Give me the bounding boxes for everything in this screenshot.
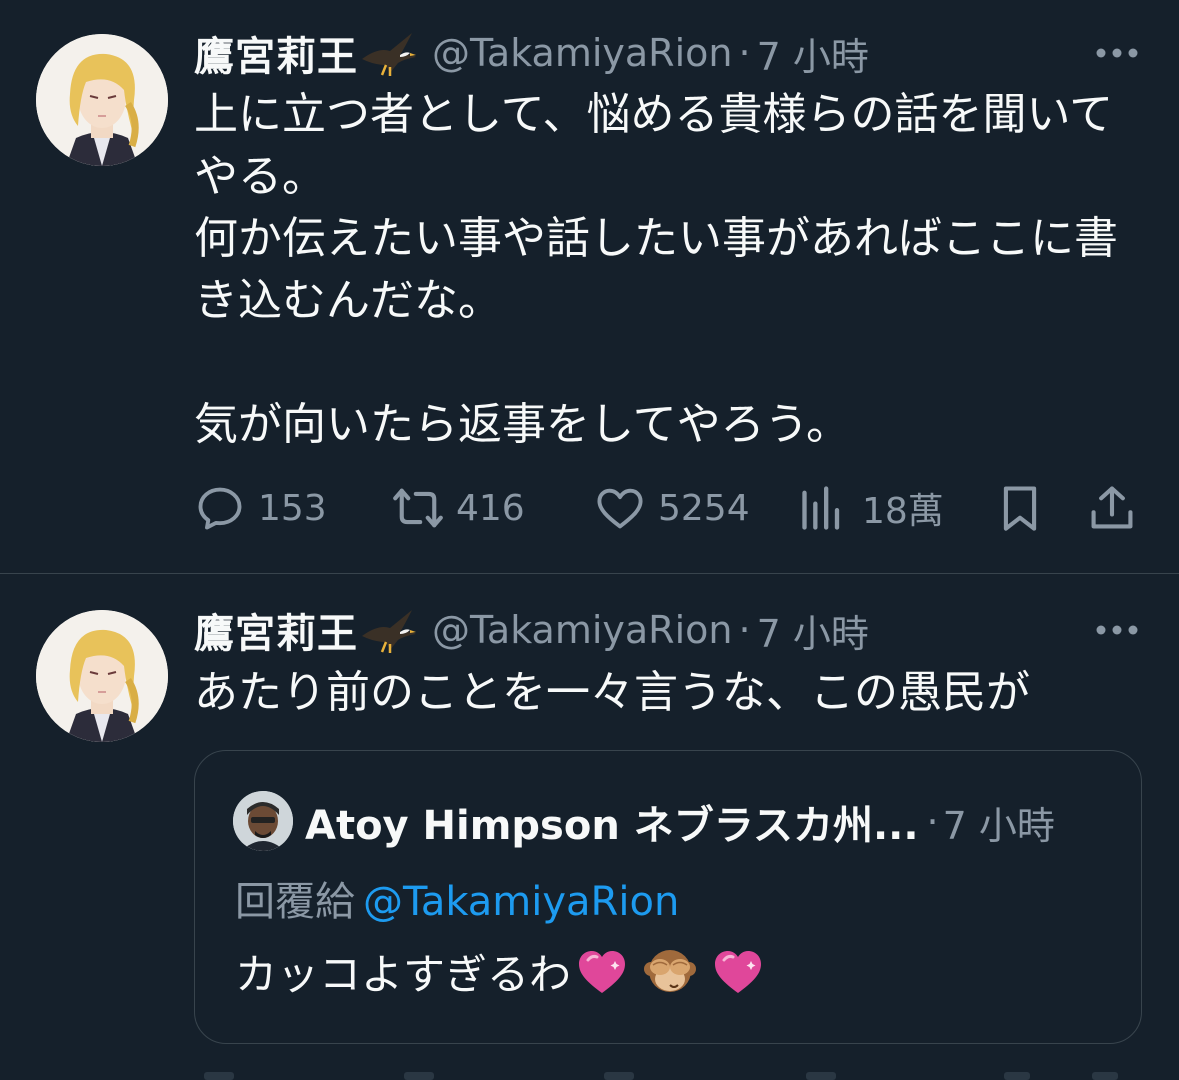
view-count: 18萬 (862, 491, 944, 532)
retweet-icon (393, 488, 443, 528)
pink-heart-icon (579, 950, 626, 993)
reply-count: 153 (258, 487, 327, 529)
share-icon (1091, 486, 1133, 529)
tweet[interactable]: 鷹宮莉王 @TakamiyaRion · 7 小時 上に立つ者として、悩める貴様… (0, 0, 1179, 574)
quote-text: カッコよすぎるわ (235, 941, 765, 1002)
avatar-image (36, 610, 168, 742)
bookmark-button[interactable] (994, 478, 1046, 538)
analytics-icon (802, 486, 840, 530)
quote-text-content: カッコよすぎるわ (235, 950, 572, 999)
eagle-icon (362, 33, 416, 76)
handle[interactable]: @TakamiyaRion (432, 608, 732, 652)
reply-icon (198, 487, 242, 530)
tweet-text: 上に立つ者として、悩める貴様らの話を聞いてやる。 何か伝えたい事や話したい事があ… (194, 89, 1118, 450)
like-button[interactable]: 5254 (594, 478, 750, 538)
eagle-icon (362, 610, 416, 653)
timestamp[interactable]: 7 小時 (757, 26, 869, 81)
more-options-icon[interactable] (1095, 624, 1139, 636)
reply-handle-link[interactable]: @TakamiyaRion (363, 879, 679, 925)
display-name[interactable]: 鷹宮莉王 (194, 601, 358, 659)
pink-heart-icon (715, 950, 762, 993)
avatar-image (36, 34, 168, 166)
separator: · (738, 31, 751, 75)
quoted-tweet[interactable]: Atoy Himpson ネブラスカ州... · 7 小時 回覆給 @Takami… (194, 750, 1142, 1044)
quote-header: Atoy Himpson ネブラスカ州... · 7 小時 (305, 793, 1055, 851)
tweet-header: 鷹宮莉王 @TakamiyaRion · 7 小時 (194, 24, 1119, 82)
retweet-count: 416 (456, 487, 525, 529)
views-button[interactable]: 18萬 (798, 478, 944, 538)
reply-prefix: 回覆給 (235, 879, 355, 925)
heart-icon (597, 488, 643, 529)
retweet-button[interactable]: 416 (392, 478, 525, 538)
handle[interactable]: @TakamiyaRion (432, 31, 732, 75)
more-options-icon[interactable] (1095, 47, 1139, 59)
tweet-header: 鷹宮莉王 @TakamiyaRion · 7 小時 (194, 601, 1119, 659)
share-button[interactable] (1086, 478, 1138, 538)
see-no-evil-monkey-icon (644, 949, 697, 992)
action-bar: 153 416 5254 18萬 (194, 478, 1144, 538)
replying-to: 回覆給 @TakamiyaRion (235, 869, 679, 927)
tweet-text: あたり前のことを一々言うな、この愚民が (194, 667, 1030, 718)
avatar[interactable] (36, 34, 168, 166)
quote-avatar[interactable] (233, 791, 293, 851)
tweet[interactable]: 鷹宮莉王 @TakamiyaRion · 7 小時 あたり前のことを一々言うな、… (0, 574, 1179, 1080)
reply-button[interactable]: 153 (194, 478, 327, 538)
action-bar-partial (204, 1072, 1118, 1080)
quote-display-name[interactable]: Atoy Himpson ネブラスカ州... (305, 793, 919, 851)
bookmark-icon (1003, 486, 1037, 531)
quote-timestamp[interactable]: 7 小時 (943, 795, 1055, 850)
separator: · (738, 608, 751, 652)
separator: · (926, 800, 939, 844)
quote-avatar-image (233, 791, 293, 851)
display-name[interactable]: 鷹宮莉王 (194, 24, 358, 82)
like-count: 5254 (658, 487, 750, 529)
timestamp[interactable]: 7 小時 (757, 603, 869, 658)
avatar[interactable] (36, 610, 168, 742)
